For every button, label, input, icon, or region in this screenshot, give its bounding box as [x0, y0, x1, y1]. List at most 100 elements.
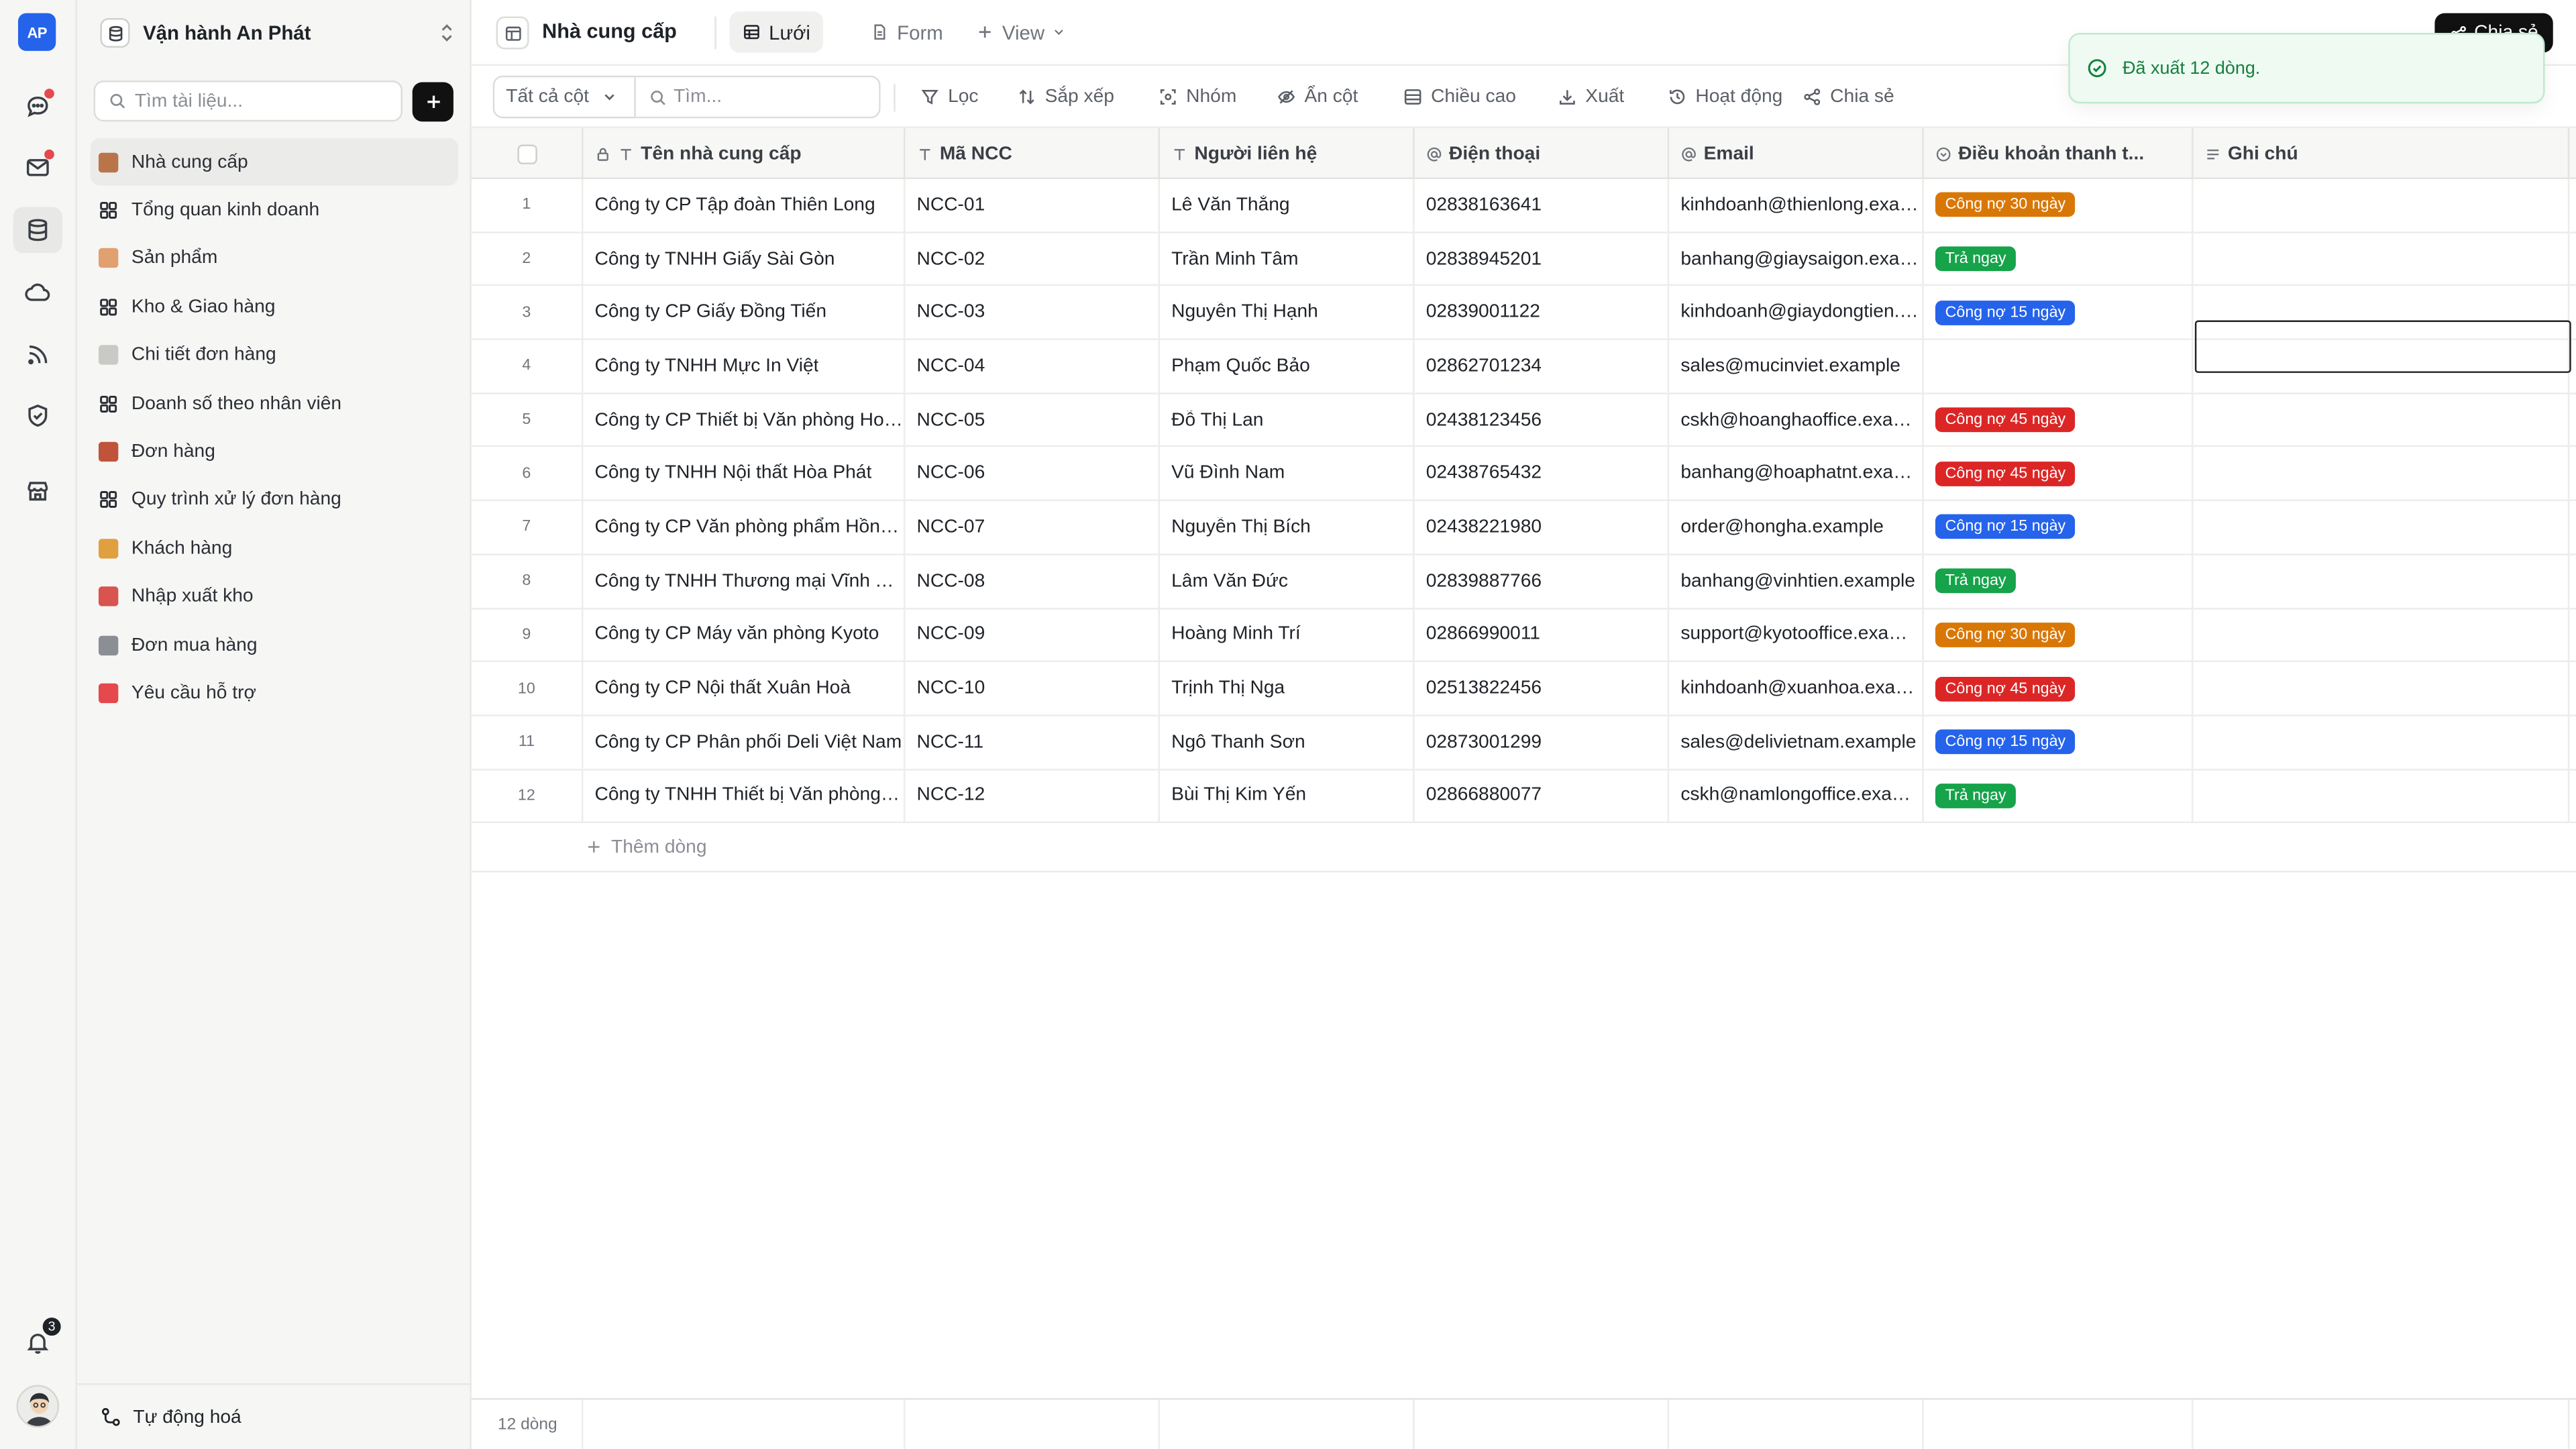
payment-term-cell[interactable]: [1924, 340, 2194, 392]
workspace-switcher[interactable]: Vận hành An Phát: [94, 10, 459, 56]
column-header[interactable]: Điều khoản thanh t...: [1924, 128, 2194, 179]
chat-icon[interactable]: [13, 84, 62, 130]
email-cell[interactable]: order@hongha.example: [1669, 501, 1924, 553]
column-header[interactable]: Điện thoại: [1415, 128, 1670, 179]
supplier-name-cell[interactable]: Công ty CP Văn phòng phẩm Hồng Hà: [583, 501, 906, 553]
payment-term-cell[interactable]: Công nợ 15 ngày: [1924, 501, 2194, 553]
supplier-code-cell[interactable]: NCC-08: [905, 555, 1160, 607]
toolbar-action-7[interactable]: Hoạt động: [1668, 82, 1782, 111]
app-logo[interactable]: AP: [17, 13, 56, 51]
footer-summary-cell[interactable]: [2193, 1399, 2570, 1449]
mail-icon[interactable]: [13, 145, 62, 191]
email-cell[interactable]: banhang@hoaphatnt.example: [1669, 447, 1924, 500]
supplier-name-cell[interactable]: Công ty TNHH Mực In Việt: [583, 340, 906, 392]
sidebar-item[interactable]: Kho & Giao hàng: [91, 283, 459, 331]
footer-summary-cell[interactable]: [1415, 1399, 1670, 1449]
note-cell[interactable]: [2193, 340, 2570, 392]
grid-search-input[interactable]: [674, 87, 871, 107]
toolbar-action-5[interactable]: Chiều cao: [1403, 82, 1516, 111]
phone-cell[interactable]: 02838945201: [1415, 232, 1670, 285]
toolbar-action-2[interactable]: Sắp xếp: [1017, 82, 1114, 111]
contact-person-cell[interactable]: Nguyễn Thị Hạnh: [1160, 286, 1415, 339]
supplier-code-cell[interactable]: NCC-12: [905, 769, 1160, 822]
toolbar-action-8[interactable]: Chia sẻ: [1803, 82, 1894, 111]
contact-person-cell[interactable]: Hoàng Minh Trí: [1160, 608, 1415, 661]
note-cell[interactable]: [2193, 178, 2570, 231]
automation-link[interactable]: Tự động hoá: [77, 1383, 472, 1449]
document-search-input[interactable]: [134, 91, 382, 111]
toolbar-action-4[interactable]: Ẩn cột: [1277, 82, 1358, 111]
bell-icon[interactable]: 3: [13, 1316, 63, 1366]
contact-person-cell[interactable]: Nguyễn Thị Bích: [1160, 501, 1415, 553]
email-cell[interactable]: banhang@vinhtien.example: [1669, 555, 1924, 607]
footer-summary-cell[interactable]: [1924, 1399, 2194, 1449]
contact-person-cell[interactable]: Đỗ Thị Lan: [1160, 394, 1415, 446]
payment-term-cell[interactable]: Trả ngay: [1924, 232, 2194, 285]
supplier-code-cell[interactable]: NCC-11: [905, 716, 1160, 769]
toolbar-action-6[interactable]: Xuất: [1558, 82, 1624, 111]
payment-term-cell[interactable]: Trả ngay: [1924, 769, 2194, 822]
email-cell[interactable]: kinhdoanh@giaydongtien.example: [1669, 286, 1924, 339]
sidebar-item[interactable]: Khách hàng: [91, 525, 459, 573]
phone-cell[interactable]: 02838163641: [1415, 178, 1670, 231]
column-header[interactable]: Mã NCC: [905, 128, 1160, 179]
column-header[interactable]: Người liên hệ: [1160, 128, 1415, 179]
contact-person-cell[interactable]: Ngô Thanh Sơn: [1160, 716, 1415, 769]
sidebar-item[interactable]: Nhập xuất kho: [91, 573, 459, 621]
store-icon[interactable]: [13, 468, 62, 515]
footer-summary-cell[interactable]: [1669, 1399, 1924, 1449]
note-cell[interactable]: [2193, 769, 2570, 822]
note-cell[interactable]: [2193, 447, 2570, 500]
supplier-code-cell[interactable]: NCC-03: [905, 286, 1160, 339]
sidebar-item[interactable]: Yêu cầu hỗ trợ: [91, 669, 459, 717]
phone-cell[interactable]: 02438221980: [1415, 501, 1670, 553]
phone-cell[interactable]: 02873001299: [1415, 716, 1670, 769]
select-all-cell[interactable]: [472, 128, 584, 179]
payment-term-cell[interactable]: Công nợ 15 ngày: [1924, 286, 2194, 339]
sidebar-item[interactable]: Sản phẩm: [91, 235, 459, 283]
phone-cell[interactable]: 02839001122: [1415, 286, 1670, 339]
supplier-name-cell[interactable]: Công ty CP Nội thất Xuân Hoà: [583, 662, 906, 715]
sidebar-item[interactable]: Quy trình xử lý đơn hàng: [91, 476, 459, 525]
sidebar-item[interactable]: Nhà cung cấp: [90, 138, 459, 186]
payment-term-cell[interactable]: Công nợ 15 ngày: [1924, 716, 2194, 769]
add-document-button[interactable]: [412, 82, 453, 122]
email-cell[interactable]: sales@delivietnam.example: [1669, 716, 1924, 769]
sidebar-item[interactable]: Tổng quan kinh doanh: [91, 186, 459, 235]
tab-form-view[interactable]: Form: [857, 11, 956, 52]
supplier-code-cell[interactable]: NCC-06: [905, 447, 1160, 500]
contact-person-cell[interactable]: Lê Văn Thắng: [1160, 178, 1415, 231]
email-cell[interactable]: kinhdoanh@thienlong.example: [1669, 178, 1924, 231]
contact-person-cell[interactable]: Vũ Đình Nam: [1160, 447, 1415, 500]
sidebar-item[interactable]: Đơn hàng: [91, 428, 459, 476]
toolbar-action-1[interactable]: Lọc: [920, 82, 978, 111]
payment-term-cell[interactable]: Công nợ 45 ngày: [1924, 662, 2194, 715]
email-cell[interactable]: kinhdoanh@xuanhoa.example: [1669, 662, 1924, 715]
phone-cell[interactable]: 02839887766: [1415, 555, 1670, 607]
supplier-code-cell[interactable]: NCC-05: [905, 394, 1160, 446]
column-header[interactable]: Tên nhà cung cấp: [583, 128, 906, 179]
supplier-code-cell[interactable]: NCC-01: [905, 178, 1160, 231]
note-cell[interactable]: [2193, 555, 2570, 607]
payment-term-cell[interactable]: Trả ngay: [1924, 555, 2194, 607]
footer-summary-cell[interactable]: [905, 1399, 1160, 1449]
supplier-name-cell[interactable]: Công ty TNHH Thương mại Vĩnh Tiến: [583, 555, 906, 607]
payment-term-cell[interactable]: Công nợ 30 ngày: [1924, 178, 2194, 231]
contact-person-cell[interactable]: Trần Minh Tâm: [1160, 232, 1415, 285]
supplier-code-cell[interactable]: NCC-10: [905, 662, 1160, 715]
email-cell[interactable]: banhang@giaysaigon.example: [1669, 232, 1924, 285]
payment-term-cell[interactable]: Công nợ 45 ngày: [1924, 447, 2194, 500]
contact-person-cell[interactable]: Bùi Thị Kim Yến: [1160, 769, 1415, 822]
sidebar-item[interactable]: Chi tiết đơn hàng: [91, 331, 459, 380]
email-cell[interactable]: cskh@namlongoffice.example: [1669, 769, 1924, 822]
payment-term-cell[interactable]: Công nợ 45 ngày: [1924, 394, 2194, 446]
footer-summary-cell[interactable]: [583, 1399, 906, 1449]
supplier-name-cell[interactable]: Công ty CP Tập đoàn Thiên Long: [583, 178, 906, 231]
tab-grid-view[interactable]: Lưới: [729, 11, 824, 53]
email-cell[interactable]: sales@mucinviet.example: [1669, 340, 1924, 392]
add-row-button[interactable]: Thêm dòng: [471, 824, 2576, 873]
note-cell[interactable]: [2193, 394, 2570, 446]
contact-person-cell[interactable]: Phạm Quốc Bảo: [1160, 340, 1415, 392]
supplier-name-cell[interactable]: Công ty TNHH Nội thất Hòa Phát: [583, 447, 906, 500]
note-cell[interactable]: [2193, 662, 2570, 715]
